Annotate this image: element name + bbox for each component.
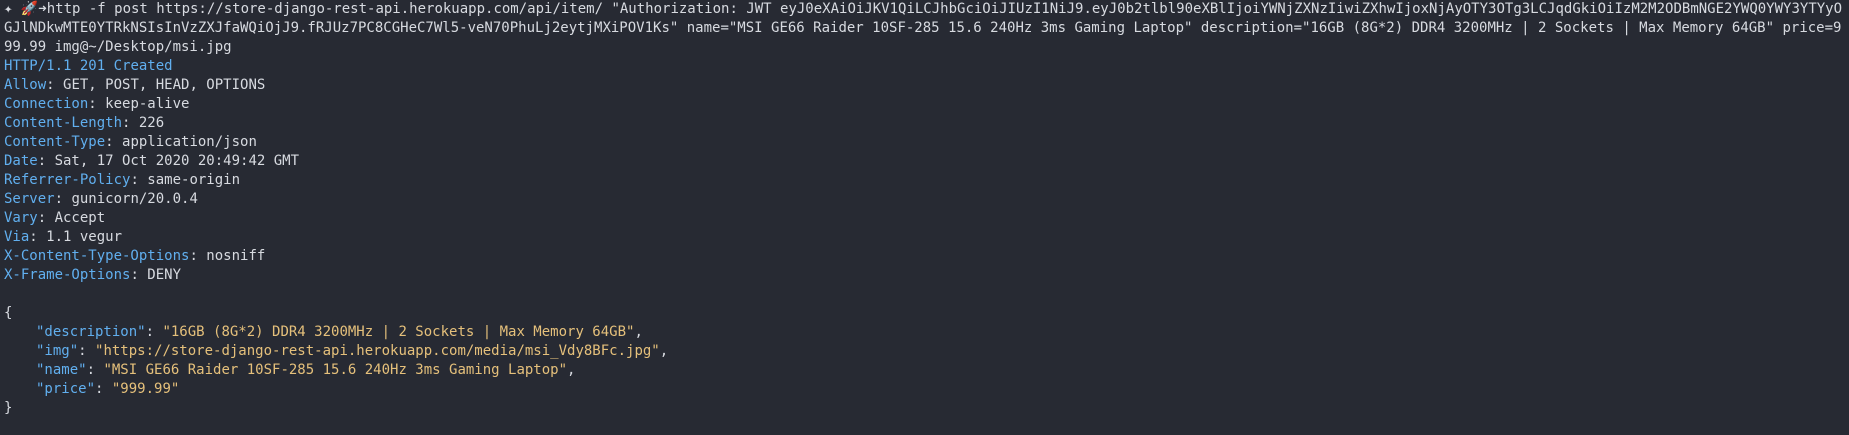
header-row: Referrer-Policy: same-origin (4, 172, 241, 188)
status-line: HTTP/1.1 201 Created (4, 57, 1849, 76)
header-value: Sat, 17 Oct 2020 20:49:42 GMT (54, 153, 300, 169)
json-key: "img" (36, 343, 79, 359)
header-value: 226 (138, 115, 165, 131)
json-field-price: "price": "999.99" (36, 381, 180, 397)
header-row: Via: 1.1 vegur (4, 229, 123, 245)
header-name: Content-Type (4, 134, 106, 150)
header-row: Connection: keep-alive (4, 96, 190, 112)
shell-prompt: ✦ 🚀➜ (4, 1, 47, 17)
json-value: "16GB (8G*2) DDR4 3200MHz | 2 Sockets | … (162, 324, 635, 340)
status-protocol: HTTP (4, 58, 38, 74)
header-row: Server: gunicorn/20.0.4 (4, 191, 198, 207)
header-name: Via (4, 229, 30, 245)
header-name: Allow (4, 77, 47, 93)
header-value: same-origin (147, 172, 241, 188)
header-name: Date (4, 153, 38, 169)
json-field-description: "description": "16GB (8G*2) DDR4 3200MHz… (36, 324, 643, 340)
header-name: X-Frame-Options (4, 267, 131, 283)
header-value: DENY (147, 267, 182, 283)
json-close-brace: } (4, 400, 13, 416)
header-name: Server (4, 191, 55, 207)
header-value: nosniff (206, 248, 266, 264)
header-value: gunicorn/20.0.4 (71, 191, 198, 207)
json-value: "MSI GE66 Raider 10SF-285 15.6 240Hz 3ms… (103, 362, 568, 378)
header-row: Date: Sat, 17 Oct 2020 20:49:42 GMT (4, 153, 300, 169)
header-name: X-Content-Type-Options (4, 248, 190, 264)
header-value: GET, POST, HEAD, OPTIONS (63, 77, 266, 93)
command-line: ✦ 🚀➜http -f post https://store-django-re… (4, 0, 1849, 57)
json-field-name: "name": "MSI GE66 Raider 10SF-285 15.6 2… (36, 362, 576, 378)
header-name: Referrer-Policy (4, 172, 131, 188)
header-value: 1.1 vegur (46, 229, 123, 245)
command-text: http -f post https://store-django-rest-a… (4, 1, 1843, 55)
terminal-window[interactable]: ✦ 🚀➜http -f post https://store-django-re… (0, 0, 1849, 435)
json-key: "price" (36, 381, 96, 397)
json-value: "999.99" (111, 381, 180, 397)
header-row: Content-Type: application/json (4, 134, 257, 150)
status-version: /1.1 (37, 58, 72, 74)
header-row: X-Frame-Options: DENY (4, 267, 182, 283)
header-name: Content-Length (4, 115, 123, 131)
header-row: Content-Length: 226 (4, 115, 165, 131)
json-field-img: "img": "https://store-django-rest-api.he… (36, 343, 669, 359)
json-open-brace: { (4, 305, 13, 321)
header-value: application/json (122, 134, 257, 150)
json-value: "https://store-django-rest-api.herokuapp… (95, 343, 660, 359)
header-row: X-Content-Type-Options: nosniff (4, 248, 266, 264)
header-row: Allow: GET, POST, HEAD, OPTIONS (4, 77, 266, 93)
header-value: Accept (54, 210, 106, 226)
header-name: Vary (4, 210, 38, 226)
json-key: "description" (36, 324, 146, 340)
header-row: Vary: Accept (4, 210, 106, 226)
json-key: "name" (36, 362, 87, 378)
header-value: keep-alive (105, 96, 190, 112)
header-name: Connection (4, 96, 89, 112)
status-code: 201 Created (79, 58, 173, 74)
